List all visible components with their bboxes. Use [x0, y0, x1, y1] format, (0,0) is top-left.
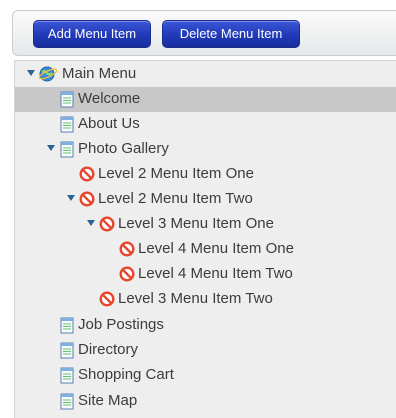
tree-node-label: Directory	[78, 341, 139, 358]
tree-node-level-4-item-two[interactable]: Level 4 Menu Item Two	[15, 262, 396, 287]
tree-node-photo-gallery[interactable]: Photo Gallery	[15, 137, 396, 162]
tree-node-level-2-item-two[interactable]: Level 2 Menu Item Two	[15, 187, 396, 212]
disabled-icon	[119, 241, 135, 262]
tree-node-label: Photo Gallery	[78, 140, 169, 157]
tree-node-level-4-item-one[interactable]: Level 4 Menu Item One	[15, 237, 396, 262]
tree-node-level-2-item-one[interactable]: Level 2 Menu Item One	[15, 162, 396, 187]
toolbar: Add Menu Item Delete Menu Item	[12, 10, 396, 56]
delete-menu-item-button[interactable]: Delete Menu Item	[162, 20, 300, 48]
tree-node-job-postings[interactable]: Job Postings	[15, 313, 396, 338]
disabled-icon	[99, 291, 115, 312]
tree-node-site-map[interactable]: Site Map	[15, 389, 396, 414]
tree-node-label: Level 2 Menu Item Two	[98, 190, 253, 207]
tree-node-label: Level 2 Menu Item One	[98, 165, 254, 182]
page-icon	[60, 141, 74, 163]
page-icon	[60, 342, 74, 364]
add-menu-item-button[interactable]: Add Menu Item	[33, 20, 151, 48]
menu-editor: Add Menu Item Delete Menu Item Main Menu…	[0, 0, 396, 418]
page-icon	[60, 317, 74, 339]
expand-arrow-icon[interactable]	[47, 145, 55, 151]
tree-node-label: Level 3 Menu Item Two	[118, 290, 273, 307]
tree-node-label: Site Map	[78, 392, 138, 409]
tree-node-label: Level 4 Menu Item Two	[138, 265, 293, 282]
tree-node-label: Job Postings	[78, 316, 164, 333]
disabled-icon	[119, 266, 135, 287]
expand-arrow-icon[interactable]	[67, 195, 75, 201]
tree-node-welcome[interactable]: Welcome	[15, 87, 396, 112]
tree-node-label: Level 3 Menu Item One	[118, 215, 274, 232]
page-icon	[60, 116, 74, 138]
menu-tree: Main Menu Welcome About Us Photo Gallery	[14, 60, 396, 418]
tree-node-label: Welcome	[78, 90, 141, 107]
tree-node-label: Level 4 Menu Item One	[138, 240, 294, 257]
tree-node-label: Main Menu	[62, 65, 137, 82]
disabled-icon	[79, 191, 95, 212]
tree-node-label: About Us	[78, 115, 140, 132]
page-icon	[60, 367, 74, 389]
tree-node-level-3-item-two[interactable]: Level 3 Menu Item Two	[15, 287, 396, 312]
page-icon	[60, 393, 74, 415]
globe-icon	[38, 65, 58, 88]
tree-node-main-menu[interactable]: Main Menu	[15, 62, 396, 87]
tree-node-directory[interactable]: Directory	[15, 338, 396, 363]
expand-arrow-icon[interactable]	[87, 220, 95, 226]
tree-node-shopping-cart[interactable]: Shopping Cart	[15, 363, 396, 388]
page-icon	[60, 91, 74, 113]
tree-node-label: Shopping Cart	[78, 366, 174, 383]
disabled-icon	[79, 166, 95, 187]
tree-node-level-3-item-one[interactable]: Level 3 Menu Item One	[15, 212, 396, 237]
tree-node-about-us[interactable]: About Us	[15, 112, 396, 137]
expand-arrow-icon[interactable]	[27, 70, 35, 76]
disabled-icon	[99, 216, 115, 237]
